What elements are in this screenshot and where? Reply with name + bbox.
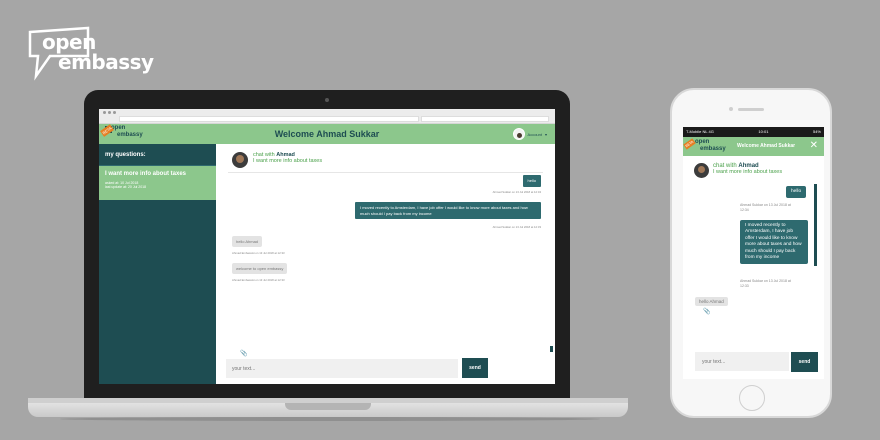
message-outgoing: hello [522,175,541,187]
message-meta: Ahmad Sukkar on 13 Jul 2018 at 12:33 [492,225,541,229]
brand-line-2: embassy [58,50,154,74]
avatar [694,163,709,178]
phone-camera [729,107,733,111]
message-input[interactable] [695,352,789,371]
scrollbar[interactable] [814,184,817,266]
beta-badge: BETA [683,138,696,150]
page-title: Welcome Ahmad Sukkar [737,143,796,149]
sidebar-title: my questions: [99,144,216,166]
brand-logo: open embassy [28,26,154,82]
send-button[interactable]: send [791,352,818,372]
close-icon[interactable]: ✕ [810,140,818,151]
avatar[interactable] [512,128,525,140]
header-logo[interactable]: open embassy [695,139,726,152]
message-input[interactable] [226,359,458,378]
message-meta: Ahmad Embassist on 13 Jul 2018 at 12:33 [232,278,285,282]
mobile-header: BETA open embassy Welcome Ahmad Sukkar ✕ [683,137,824,156]
message-meta: Ahmad Sukkar on 13 Jul 2018 at 12:33 [740,279,791,288]
browser-search[interactable] [421,116,549,122]
message-outgoing: hello [786,186,807,199]
laptop-shadow [60,417,600,421]
page-title: Welcome Ahmad Sukkar [274,129,380,139]
paperclip-icon[interactable]: 📎 [240,350,247,357]
message-meta-time: 12:33 [740,283,749,288]
message-meta-time: 12:34 [740,207,749,212]
message-incoming: welcome to open embassy [232,263,288,274]
laptop-notch [285,403,371,410]
chat-header: chat with Ahmad I want more info about t… [694,163,782,178]
carrier-label: T-Mobile NL 4G [686,129,714,134]
message-outgoing: I moved recently to Amsterdam, I have jo… [355,202,541,219]
divider [228,172,543,173]
chat-topic: I want more info about taxes [253,158,323,164]
message-meta: Ahmad Embassist on 13 Jul 2018 at 12:33 [232,251,285,255]
status-bar: T-Mobile NL 4G 10:01 54% [683,127,824,137]
avatar [232,152,248,168]
account-label[interactable]: Account [528,132,542,137]
message-incoming: hello Ahmad [232,236,263,247]
phone-frame: T-Mobile NL 4G 10:01 54% BETA open embas… [670,88,832,418]
sidebar: my questions: I want more info about tax… [99,144,216,384]
window-controls[interactable] [103,111,116,114]
message-meta-line: Ahmad Sukkar on 13 Jul 2018 at [740,279,791,283]
chat-panel: chat with Ahmad I want more info about t… [216,144,555,384]
chevron-down-icon[interactable]: ▾ [545,132,547,137]
laptop-camera [325,98,329,102]
logo-line-2: embassy [700,145,726,152]
message-incoming: hello Ahmad [695,297,728,306]
paperclip-icon[interactable]: 📎 [703,308,710,315]
desktop-screen: open embassy BETA Welcome Ahmad Sukkar A… [99,109,555,384]
chat-topic: I want more info about taxes [713,169,783,175]
composer: 📎 send [216,346,555,384]
message-meta-line: Ahmad Sukkar on 13 Jul 2018 at [740,203,791,207]
address-bar[interactable] [119,116,419,122]
message-outgoing: I moved recently to Amsterdam, I have jo… [740,220,808,265]
clock: 10:01 [758,129,769,134]
logo-line-1: open [695,139,710,145]
browser-bar [99,109,555,124]
send-button[interactable]: send [462,358,488,378]
scrollbar[interactable] [550,346,553,352]
app-header: open embassy BETA Welcome Ahmad Sukkar A… [99,124,555,144]
battery-label: 54% [812,129,821,134]
question-text: I want more info about taxes [105,171,187,177]
account-menu[interactable]: Account ▾ [512,128,547,140]
mobile-screen: T-Mobile NL 4G 10:01 54% BETA open embas… [683,127,824,379]
message-meta: Ahmad Sukkar on 13 Jul 2018 at 12:34 [492,190,541,194]
chat-header: chat with Ahmad I want more info about t… [232,152,322,168]
home-button[interactable] [739,385,765,411]
question-updated-date: last update at: 20 Jul 2018 [105,185,147,189]
sidebar-item-question[interactable]: I want more info about taxes asked at: 1… [99,166,216,200]
message-meta: Ahmad Sukkar on 13 Jul 2018 at 12:34 [740,203,791,212]
phone-speaker [738,108,764,111]
